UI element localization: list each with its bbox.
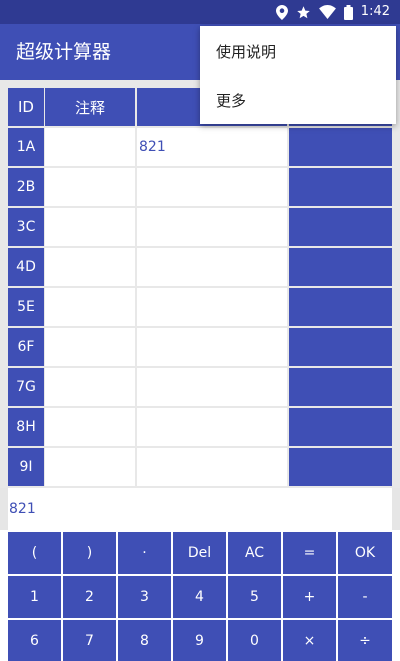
row-id-cell: 3C [8, 208, 44, 246]
wifi-icon [318, 5, 336, 19]
result-cell [289, 408, 392, 446]
overflow-menu: 使用说明 更多 [200, 26, 396, 124]
key-divide[interactable]: ÷ [338, 620, 392, 661]
key-close-paren[interactable]: ) [63, 532, 116, 574]
menu-item-more[interactable]: 更多 [200, 76, 396, 125]
row-id-label: 4D [16, 259, 36, 275]
result-cell [289, 168, 392, 206]
expression-cell[interactable] [137, 208, 287, 246]
row-id-cell: 6F [8, 328, 44, 366]
result-cell [289, 248, 392, 286]
battery-icon [343, 4, 353, 20]
input-display[interactable]: 821 [8, 488, 392, 530]
key-3[interactable]: 3 [118, 576, 171, 618]
input-display-text: 821 [9, 501, 36, 517]
expression-text: 821 [139, 139, 166, 155]
row-id-cell: 5E [8, 288, 44, 326]
keypad: ( ) · Del AC = OK 1 2 3 4 5 + - 6 7 8 9 … [0, 530, 400, 661]
note-cell[interactable] [45, 128, 135, 166]
expression-cell[interactable] [137, 328, 287, 366]
row-id-cell: 1A [8, 128, 44, 166]
row-id-label: 9I [19, 459, 33, 475]
expression-cell[interactable] [137, 448, 287, 486]
variable-table: ID 注释 1A 821 2B 3C 4D 5E 6F 7G 8H 9I [0, 80, 400, 488]
note-cell[interactable] [45, 328, 135, 366]
star-icon [296, 5, 311, 20]
row-id-cell: 2B [8, 168, 44, 206]
location-icon [275, 4, 288, 20]
row-id-cell: 4D [8, 248, 44, 286]
key-1[interactable]: 1 [8, 576, 61, 618]
expression-cell[interactable] [137, 248, 287, 286]
result-cell [289, 368, 392, 406]
key-multiply[interactable]: × [283, 620, 336, 661]
row-id-cell: 7G [8, 368, 44, 406]
note-cell[interactable] [45, 168, 135, 206]
row-id-label: 6F [17, 339, 35, 355]
key-6[interactable]: 6 [8, 620, 61, 661]
key-4[interactable]: 4 [173, 576, 226, 618]
expression-cell[interactable] [137, 368, 287, 406]
key-plus[interactable]: + [283, 576, 336, 618]
note-cell[interactable] [45, 208, 135, 246]
key-2[interactable]: 2 [63, 576, 116, 618]
key-9[interactable]: 9 [173, 620, 226, 661]
key-ok[interactable]: OK [338, 532, 392, 574]
result-cell [289, 128, 392, 166]
note-cell[interactable] [45, 368, 135, 406]
result-cell [289, 448, 392, 486]
row-id-cell: 8H [8, 408, 44, 446]
status-bar: 1:42 [0, 0, 400, 24]
result-cell [289, 288, 392, 326]
expression-cell[interactable] [137, 408, 287, 446]
expression-cell[interactable] [137, 168, 287, 206]
key-0[interactable]: 0 [228, 620, 281, 661]
header-note: 注释 [45, 88, 135, 126]
row-id-cell: 9I [8, 448, 44, 486]
status-time: 1:42 [360, 4, 390, 19]
app-title: 超级计算器 [16, 41, 112, 63]
header-note-label: 注释 [74, 98, 105, 117]
key-minus[interactable]: - [338, 576, 392, 618]
key-8[interactable]: 8 [118, 620, 171, 661]
result-cell [289, 208, 392, 246]
note-cell[interactable] [45, 248, 135, 286]
row-id-label: 5E [17, 299, 35, 315]
note-cell[interactable] [45, 448, 135, 486]
menu-item-instructions[interactable]: 使用说明 [200, 27, 396, 76]
note-cell[interactable] [45, 408, 135, 446]
key-5[interactable]: 5 [228, 576, 281, 618]
key-delete[interactable]: Del [173, 532, 226, 574]
row-id-label: 1A [16, 139, 36, 155]
status-icons: 1:42 [275, 4, 390, 20]
key-all-clear[interactable]: AC [228, 532, 281, 574]
row-id-label: 7G [16, 379, 36, 395]
key-open-paren[interactable]: ( [8, 532, 61, 574]
row-id-label: 2B [16, 179, 36, 195]
key-equals[interactable]: = [283, 532, 336, 574]
note-cell[interactable] [45, 288, 135, 326]
row-id-label: 3C [16, 219, 36, 235]
result-cell [289, 328, 392, 366]
header-id-label: ID [18, 98, 34, 116]
key-decimal[interactable]: · [118, 532, 171, 574]
row-id-label: 8H [16, 419, 36, 435]
header-id: ID [8, 88, 44, 126]
key-7[interactable]: 7 [63, 620, 116, 661]
expression-cell[interactable] [137, 288, 287, 326]
expression-cell[interactable]: 821 [137, 128, 287, 166]
